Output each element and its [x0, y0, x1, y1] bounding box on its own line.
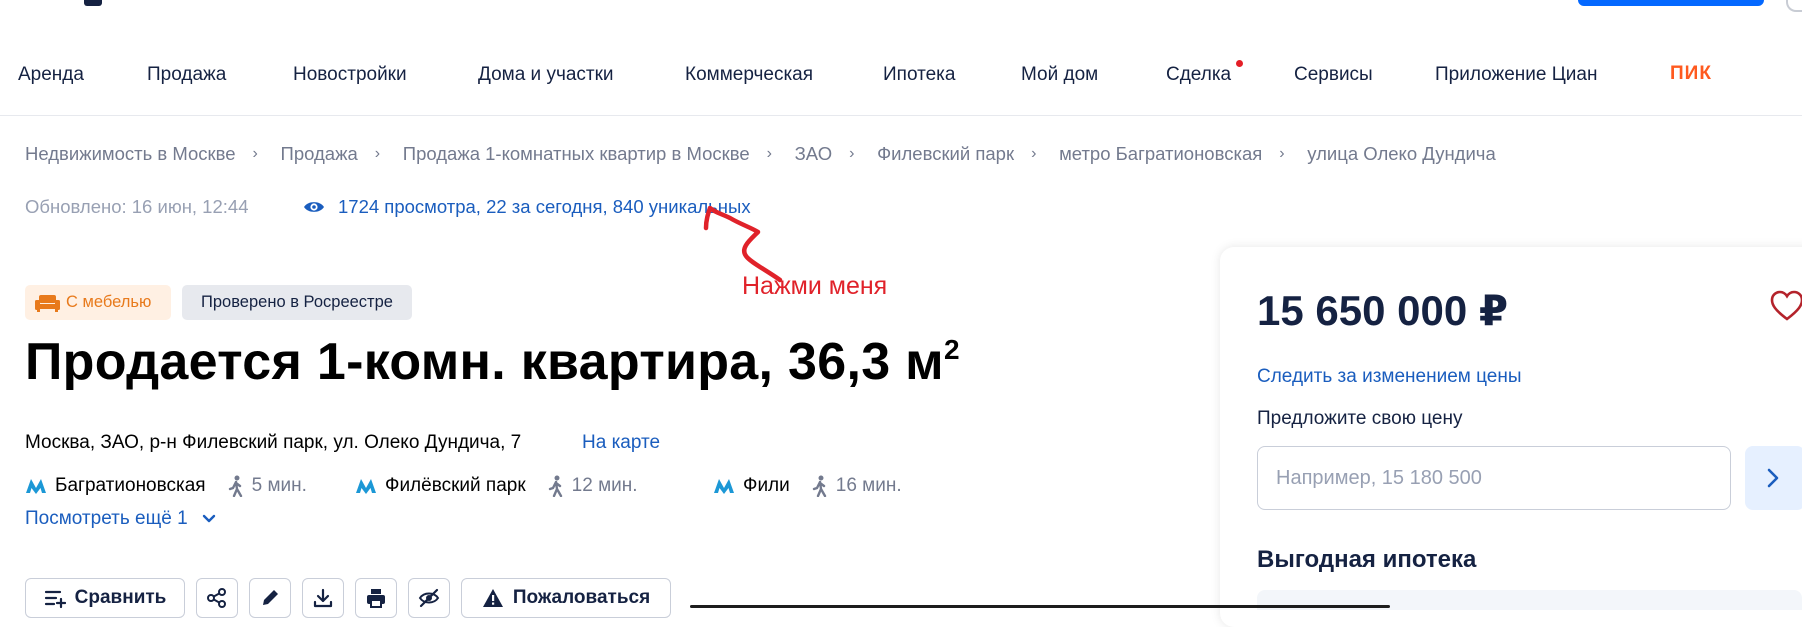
metro-item: Фили 16 мин. [713, 472, 902, 500]
compare-button[interactable]: Сравнить [25, 578, 185, 618]
chevron-right-icon: › [374, 145, 381, 162]
breadcrumb-item[interactable]: улица Олеко Дундича [1307, 143, 1495, 165]
chevron-right-icon [1767, 468, 1779, 488]
chevron-right-icon: › [252, 145, 258, 162]
mortgage-title: Выгодная ипотека [1257, 546, 1477, 573]
metro-icon [714, 479, 734, 494]
breadcrumb: Недвижимость в Москве › Продажа › Продаж… [25, 143, 1496, 165]
metro-item: Филёвский парк 12 мин. [355, 472, 638, 500]
metro-station[interactable]: Багратионовская [55, 475, 206, 497]
nav-item-my-home[interactable]: Мой дом [1021, 64, 1098, 86]
show-more-metro-link[interactable]: Посмотреть ещё 1 [25, 508, 216, 530]
follow-price-link[interactable]: Следить за изменением цены [1257, 366, 1522, 388]
share-button[interactable] [196, 578, 238, 618]
address: Москва, ЗАО, р-н Филевский парк, ул. Оле… [25, 432, 522, 453]
chevron-right-icon: › [766, 145, 772, 162]
compare-label: Сравнить [74, 587, 167, 608]
breadcrumb-item[interactable]: метро Багратионовская [1059, 143, 1262, 165]
pik-logo[interactable]: ПИК [1670, 63, 1712, 85]
walk-icon [812, 475, 826, 497]
title-superscript: 2 [943, 334, 960, 365]
download-icon [313, 588, 333, 608]
nav-item-deal[interactable]: Сделка [1166, 64, 1231, 86]
nav-item-commercial[interactable]: Коммерческая [685, 64, 813, 86]
scrollbar[interactable] [690, 605, 1390, 608]
title-text: Продается 1-комн. квартира, 36,3 м [25, 333, 944, 391]
print-button[interactable] [355, 578, 397, 618]
nav-item-services[interactable]: Сервисы [1294, 64, 1373, 86]
nav-item-new-buildings[interactable]: Новостройки [293, 64, 407, 86]
compare-icon [44, 590, 66, 609]
printer-icon [367, 589, 385, 608]
verified-badge: Проверено в Росреестре [182, 285, 412, 320]
sofa-icon [35, 294, 60, 312]
nav-item-app[interactable]: Приложение Циан [1435, 64, 1597, 86]
updated-timestamp: Обновлено: 16 июн, 12:44 [25, 196, 249, 217]
breadcrumb-item[interactable]: Филевский парк [877, 143, 1014, 165]
walk-icon [548, 475, 562, 497]
notification-dot [1236, 60, 1243, 67]
nav-item-sale[interactable]: Продажа [147, 64, 226, 86]
metro-station[interactable]: Фили [743, 475, 790, 497]
walk-icon [228, 475, 242, 497]
metro-time: 16 мин. [835, 475, 902, 496]
page-title: Продается 1-комн. квартира, 36,3 м2 [25, 332, 960, 392]
price: 15 650 000 ₽ [1257, 287, 1509, 334]
download-button[interactable] [302, 578, 344, 618]
pencil-icon [263, 590, 278, 605]
offer-submit-button[interactable] [1745, 446, 1802, 510]
complain-button[interactable]: Пожаловаться [461, 578, 671, 618]
breadcrumb-item[interactable]: Продажа [281, 143, 358, 165]
share-icon [207, 588, 226, 608]
avatar[interactable] [1786, 0, 1802, 12]
nav-item-mortgage[interactable]: Ипотека [883, 64, 955, 86]
offer-price-label: Предложите свою цену [1257, 408, 1463, 429]
metro-icon [26, 479, 46, 494]
eye-icon [304, 202, 324, 212]
chevron-right-icon: › [1279, 145, 1285, 162]
annotation-text: Нажми меня [742, 272, 888, 300]
views-counter-link[interactable]: 1724 просмотра, 22 за сегодня, 840 уника… [338, 196, 751, 218]
chevron-right-icon: › [849, 145, 855, 162]
verified-badge-label: Проверено в Росреестре [201, 293, 393, 311]
eye-off-icon [418, 588, 440, 608]
metro-item: Багратионовская 5 мин. [25, 472, 307, 500]
offer-price-input[interactable] [1257, 446, 1731, 510]
metro-station[interactable]: Филёвский парк [385, 475, 526, 497]
edit-button[interactable] [249, 578, 291, 618]
nav-item-houses[interactable]: Дома и участки [478, 64, 614, 86]
complain-label: Пожаловаться [512, 587, 651, 608]
nav-divider [0, 115, 1802, 116]
warning-icon [482, 589, 503, 607]
metro-time: 12 мин. [571, 475, 638, 496]
breadcrumb-item[interactable]: ЗАО [795, 143, 833, 165]
heart-icon[interactable] [1770, 290, 1802, 322]
breadcrumb-item[interactable]: Недвижимость в Москве [25, 143, 236, 165]
logo-fragment [84, 0, 102, 6]
map-link[interactable]: На карте [582, 432, 660, 454]
furniture-badge: С мебелью [25, 285, 171, 320]
chevron-right-icon: › [1031, 145, 1037, 162]
breadcrumb-item[interactable]: Продажа 1-комнатных квартир в Москве [403, 143, 750, 165]
nav-item-rent[interactable]: Аренда [18, 64, 84, 86]
hide-button[interactable] [408, 578, 450, 618]
header-button-fragment[interactable] [1578, 0, 1764, 6]
metro-time: 5 мин. [251, 475, 307, 496]
chevron-down-icon [202, 514, 215, 523]
furniture-badge-label: С мебелью [66, 293, 152, 311]
show-more-label: Посмотреть ещё 1 [25, 508, 188, 529]
metro-icon [356, 479, 376, 494]
